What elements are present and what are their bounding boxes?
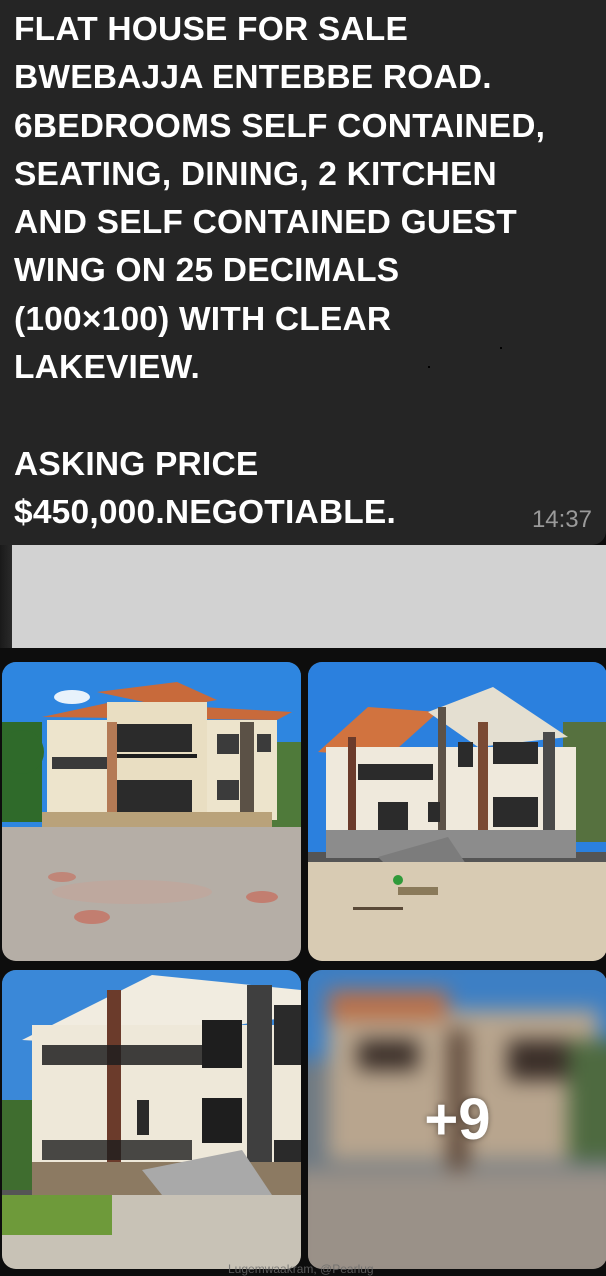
more-photos-count: +9 [424, 1087, 491, 1152]
house-photo-2 [308, 662, 606, 961]
photo-grid: +9 [0, 662, 606, 1275]
link-preview-placeholder[interactable] [12, 545, 606, 648]
photo-tile-3[interactable] [2, 970, 301, 1269]
message-bubble[interactable]: FLAT HOUSE FOR SALE BWEBAJJA ENTEBBE ROA… [0, 0, 606, 545]
photo-tile-1[interactable] [2, 662, 301, 961]
house-photo-1 [2, 662, 301, 961]
photo-tile-2[interactable] [308, 662, 606, 961]
message-timestamp: 14:37 [531, 506, 592, 533]
message-text: FLAT HOUSE FOR SALE BWEBAJJA ENTEBBE ROA… [14, 11, 546, 531]
stray-dot [428, 366, 430, 368]
photo-tile-more[interactable]: +9 [308, 970, 606, 1269]
house-photo-3 [2, 970, 301, 1269]
stray-dot [500, 347, 502, 349]
watermark: Lugemwaakram, @Pearlug [228, 1262, 374, 1276]
bubble-shadow [0, 545, 12, 648]
